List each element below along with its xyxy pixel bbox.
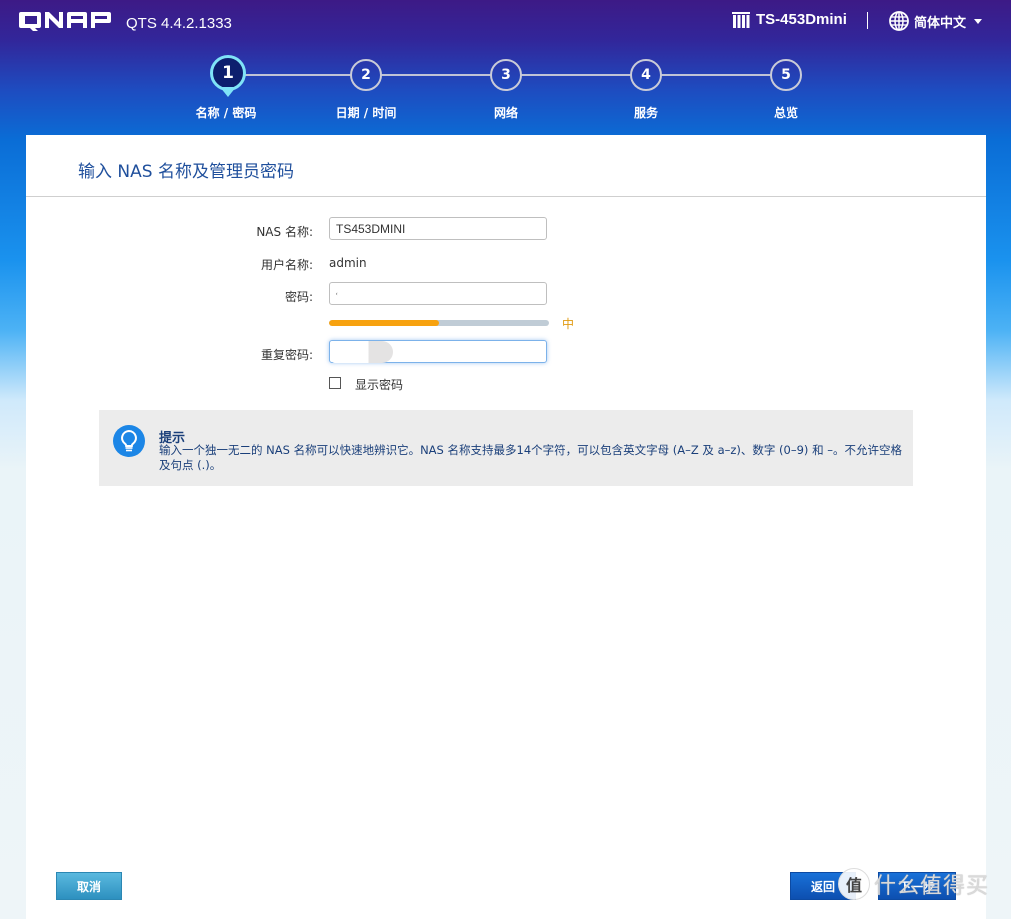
show-password-checkbox[interactable] xyxy=(329,377,341,389)
qts-version: QTS 4.4.2.1333 xyxy=(126,15,232,32)
step-number: 5 xyxy=(770,59,802,91)
redaction-mask xyxy=(337,285,395,303)
top-bar: QTS 4.4.2.1333 TS-453Dmini 简体中文 xyxy=(0,0,1011,48)
step-connector xyxy=(381,74,491,76)
wizard-panel: 输入 NAS 名称及管理员密码 NAS 名称: 用户名称: admin 密码: … xyxy=(26,135,986,919)
tip-text: 输入一个独一无二的 NAS 名称可以快速地辨识它。NAS 名称支持最多14个字符… xyxy=(159,443,902,472)
nas-name-label: NAS 名称: xyxy=(256,225,313,239)
step-label: 总览 xyxy=(773,106,799,120)
chevron-down-icon[interactable] xyxy=(974,19,982,24)
step-number: 4 xyxy=(630,59,662,91)
device-info: TS-453Dmini xyxy=(732,11,847,28)
language-selector[interactable]: 简体中文 xyxy=(889,11,966,31)
password-label: 密码: xyxy=(284,290,313,304)
nas-name-input[interactable] xyxy=(329,217,547,240)
wizard-step-5: 5 xyxy=(770,59,802,91)
title-divider xyxy=(26,196,986,197)
tip-box: 提示 输入一个独一无二的 NAS 名称可以快速地辨识它。NAS 名称支持最多14… xyxy=(99,410,913,486)
active-step-pointer xyxy=(220,87,236,97)
step-connector xyxy=(241,74,351,76)
wizard-step-3: 3 xyxy=(490,59,522,91)
step-number: 3 xyxy=(490,59,522,91)
username-label: 用户名称: xyxy=(260,258,313,272)
watermark-text: 什么值得买 xyxy=(874,874,990,899)
cancel-button[interactable]: 取消 xyxy=(56,872,122,900)
language-label: 简体中文 xyxy=(914,15,967,31)
step-label: 名称 / 密码 xyxy=(195,106,257,120)
wizard-step-1: 1 xyxy=(210,55,246,97)
password-strength-fill xyxy=(329,320,439,326)
username-value: admin xyxy=(329,256,367,270)
nas-device-icon xyxy=(732,11,750,28)
globe-icon xyxy=(889,11,909,31)
watermark: 值 什么值得买 xyxy=(838,868,989,900)
watermark-badge: 值 xyxy=(838,868,870,900)
wizard-step-2: 2 xyxy=(350,59,382,91)
step-number: 2 xyxy=(350,59,382,91)
step-label: 服务 xyxy=(633,106,659,120)
password-strength-label: 中 xyxy=(562,317,575,331)
show-password-label[interactable]: 显示密码 xyxy=(355,376,403,393)
step-number: 1 xyxy=(210,55,246,91)
step-connector xyxy=(661,74,771,76)
step-label: 日期 / 时间 xyxy=(335,106,397,120)
header-divider xyxy=(867,12,868,29)
page-title: 输入 NAS 名称及管理员密码 xyxy=(78,162,294,182)
wizard-step-4: 4 xyxy=(630,59,662,91)
step-connector xyxy=(521,74,631,76)
repeat-password-label: 重复密码: xyxy=(260,348,313,362)
step-label: 网络 xyxy=(493,106,519,120)
wizard-steps: 1 2 3 4 5 名称 / 密码 日期 / 时间 网络 服务 总览 xyxy=(0,55,1011,126)
lightbulb-icon xyxy=(113,425,145,457)
device-name: TS-453Dmini xyxy=(756,11,847,28)
redaction-mask xyxy=(331,341,393,363)
password-strength-bar xyxy=(329,320,549,326)
qnap-logo xyxy=(19,12,111,31)
